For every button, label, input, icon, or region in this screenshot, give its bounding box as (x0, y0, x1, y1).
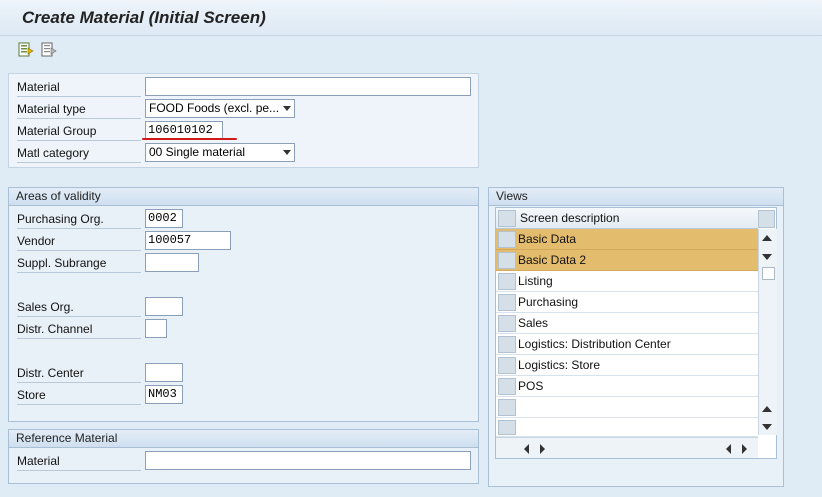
scroll-right-end-icon[interactable] (742, 444, 747, 454)
material-type-label: Material type (17, 100, 141, 119)
store-label: Store (17, 386, 141, 405)
table-row[interactable]: Basic Data (496, 229, 758, 250)
row-selector[interactable] (498, 252, 516, 269)
sales-org-input[interactable] (145, 297, 183, 316)
chevron-down-icon (283, 106, 291, 111)
areas-of-validity-heading: Areas of validity (9, 188, 478, 206)
material-label: Material (17, 78, 141, 97)
row-selector[interactable] (498, 357, 516, 374)
store-input[interactable]: NM03 (145, 385, 183, 404)
row-selector[interactable] (498, 294, 516, 311)
org-levels-icon[interactable] (41, 42, 57, 58)
column-header-screen-description[interactable]: Screen description (520, 208, 619, 229)
row-selector[interactable] (498, 315, 516, 332)
scroll-right-icon[interactable] (540, 444, 545, 454)
page-title: Create Material (Initial Screen) (22, 8, 266, 27)
scroll-down-icon[interactable] (762, 254, 772, 260)
distr-channel-label: Distr. Channel (17, 320, 141, 339)
material-group-label: Material Group (17, 122, 141, 141)
vertical-scrollbar[interactable] (758, 229, 777, 435)
scroll-left-end-icon[interactable] (726, 444, 731, 454)
material-type-select[interactable]: FOOD Foods (excl. pe... (145, 99, 295, 118)
row-label: Listing (518, 274, 553, 288)
table-row[interactable]: Purchasing (496, 292, 758, 313)
table-row[interactable] (496, 397, 758, 418)
suppl-subrange-input[interactable] (145, 253, 199, 272)
distr-channel-input[interactable] (145, 319, 167, 338)
table-row[interactable]: Basic Data 2 (496, 250, 758, 271)
table-row[interactable] (496, 418, 758, 437)
row-selector[interactable] (498, 399, 516, 416)
application-toolbar (0, 36, 822, 64)
matl-category-label: Matl category (17, 144, 141, 163)
column-settings-button[interactable] (758, 210, 775, 228)
scroll-page-down-icon[interactable] (762, 424, 772, 430)
title-bar: Create Material (Initial Screen) (0, 0, 822, 36)
row-label: Logistics: Store (518, 358, 601, 372)
views-heading: Views (489, 188, 783, 206)
matl-category-select[interactable]: 00 Single material (145, 143, 295, 162)
reference-material-label: Material (17, 452, 141, 471)
scroll-left-icon[interactable] (524, 444, 529, 454)
row-label: Sales (518, 316, 549, 330)
vendor-label: Vendor (17, 232, 141, 251)
chevron-down-icon (283, 150, 291, 155)
row-label: Basic Data (518, 232, 577, 246)
table-row[interactable]: POS (496, 376, 758, 397)
matl-category-value: 00 Single material (149, 145, 246, 159)
material-input[interactable] (145, 77, 471, 96)
row-label: Logistics: Distribution Center (518, 337, 671, 351)
scroll-thumb[interactable] (762, 267, 775, 280)
purchasing-org-input[interactable]: 0002 (145, 209, 183, 228)
row-selector[interactable] (498, 336, 516, 353)
suppl-subrange-label: Suppl. Subrange (17, 254, 141, 273)
row-label: POS (518, 379, 544, 393)
distr-center-label: Distr. Center (17, 364, 141, 383)
select-all-button[interactable] (498, 210, 516, 227)
scroll-page-up-icon[interactable] (762, 406, 772, 412)
table-row[interactable]: Logistics: Distribution Center (496, 334, 758, 355)
material-type-value: FOOD Foods (excl. pe... (149, 101, 280, 115)
row-label: Basic Data 2 (518, 253, 587, 267)
row-selector[interactable] (498, 420, 516, 435)
views-table: Screen description Basic Data Basic Data… (495, 207, 777, 459)
reference-material-heading: Reference Material (9, 430, 478, 448)
row-label: Purchasing (518, 295, 579, 309)
row-selector[interactable] (498, 273, 516, 290)
row-selector[interactable] (498, 378, 516, 395)
purchasing-org-label: Purchasing Org. (17, 210, 141, 229)
sales-org-label: Sales Org. (17, 298, 141, 317)
scroll-up-icon[interactable] (762, 235, 772, 241)
horizontal-scrollbar[interactable] (496, 437, 758, 458)
table-row[interactable]: Sales (496, 313, 758, 334)
highlight-underline (142, 138, 237, 140)
table-row[interactable]: Logistics: Store (496, 355, 758, 376)
distr-center-input[interactable] (145, 363, 183, 382)
vendor-input[interactable]: 100057 (145, 231, 231, 250)
row-selector[interactable] (498, 231, 516, 248)
table-header: Screen description (496, 208, 758, 229)
reference-material-input[interactable] (145, 451, 471, 470)
data-entry-icon[interactable] (18, 42, 34, 58)
table-row[interactable]: Listing (496, 271, 758, 292)
